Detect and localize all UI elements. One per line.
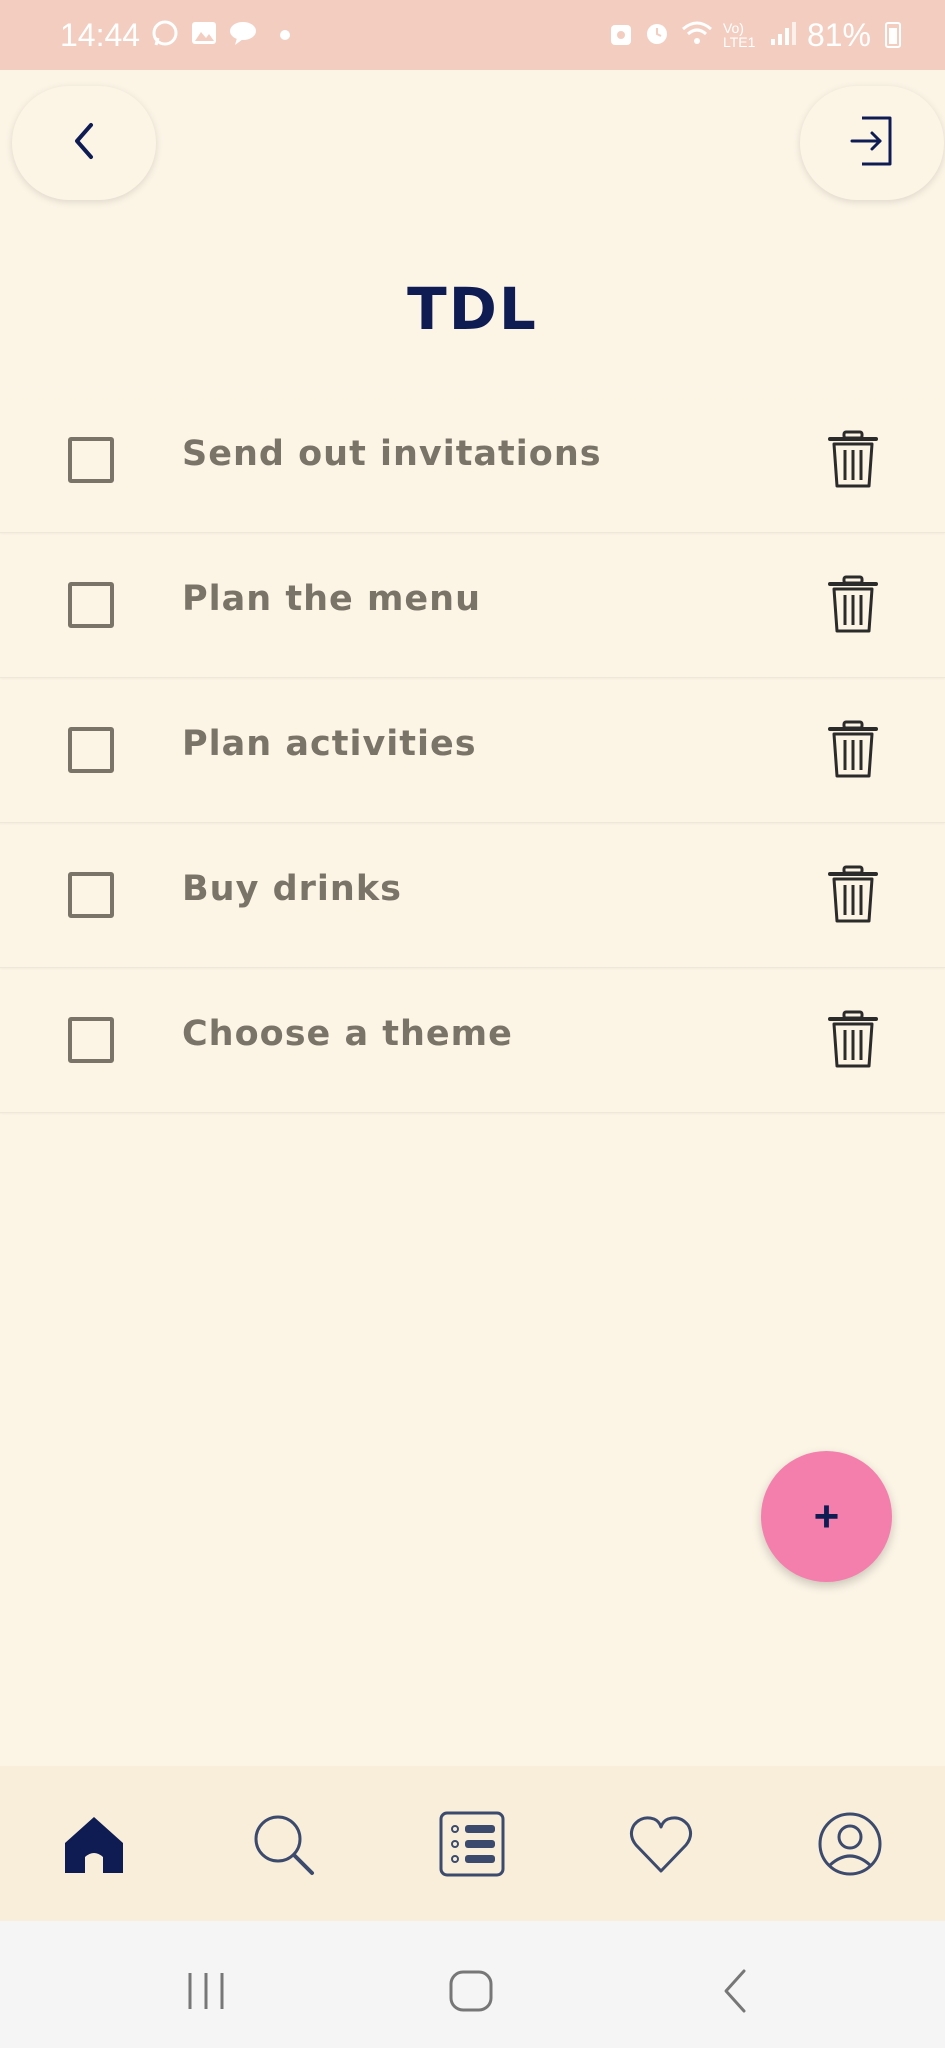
battery-percent: 81%	[806, 16, 871, 53]
system-back-button[interactable]	[706, 1961, 766, 2021]
nav-list[interactable]	[437, 1809, 507, 1879]
trash-icon[interactable]	[827, 1010, 879, 1070]
whatsapp-icon	[150, 18, 180, 52]
battery-icon	[885, 22, 901, 48]
trash-icon[interactable]	[827, 865, 879, 925]
back-icon	[706, 1969, 766, 2025]
add-task-button[interactable]: +	[761, 1451, 892, 1582]
network-label: Vo) LTE1	[722, 20, 756, 50]
task-item: Choose a theme	[0, 968, 945, 1113]
alarm-icon	[643, 19, 671, 51]
heart-icon	[626, 1816, 696, 1883]
chat-icon	[228, 19, 258, 51]
status-right: Vo) LTE1 81%	[609, 17, 901, 54]
signal-icon	[769, 19, 797, 51]
bottom-nav	[0, 1766, 945, 1921]
nav-favorites[interactable]	[626, 1809, 696, 1879]
nav-home[interactable]	[59, 1809, 129, 1879]
logout-button[interactable]	[800, 86, 944, 200]
vpn-icon	[609, 19, 633, 51]
trash-icon[interactable]	[827, 575, 879, 635]
task-label: Choose a theme	[182, 1014, 513, 1054]
task-label: Buy drinks	[182, 869, 402, 909]
list-icon	[437, 1811, 507, 1883]
task-item: Plan the menu	[0, 533, 945, 678]
page-title: TDL	[407, 275, 538, 343]
chevron-left-icon	[69, 121, 99, 166]
search-icon	[248, 1815, 318, 1883]
home-circle-icon	[441, 1970, 501, 2025]
trash-icon[interactable]	[827, 430, 879, 490]
task-label: Send out invitations	[182, 434, 602, 474]
trash-icon[interactable]	[827, 720, 879, 780]
task-checkbox[interactable]	[68, 727, 114, 773]
plus-icon: +	[813, 1491, 840, 1541]
nav-search[interactable]	[248, 1809, 318, 1879]
recent-apps-button[interactable]	[176, 1961, 236, 2021]
task-checkbox[interactable]	[68, 1017, 114, 1063]
task-item: Send out invitations	[0, 388, 945, 533]
task-item: Plan activities	[0, 678, 945, 823]
nav-profile[interactable]	[815, 1809, 885, 1879]
image-icon	[190, 19, 218, 51]
status-left: 14:44	[60, 16, 291, 54]
wifi-icon	[681, 19, 713, 51]
exit-icon	[846, 112, 898, 175]
task-label: Plan the menu	[182, 579, 481, 619]
task-checkbox[interactable]	[68, 582, 114, 628]
task-list: Send out invitations Plan the menu Plan …	[0, 388, 945, 1113]
profile-icon	[815, 1812, 885, 1883]
system-home-button[interactable]	[441, 1961, 501, 2021]
home-icon	[59, 1817, 129, 1883]
task-item: Buy drinks	[0, 823, 945, 968]
task-checkbox[interactable]	[68, 437, 114, 483]
system-nav-bar	[0, 1921, 945, 2048]
status-bar: 14:44 Vo) LTE1 81%	[0, 0, 945, 70]
back-button[interactable]	[12, 86, 156, 200]
task-checkbox[interactable]	[68, 872, 114, 918]
status-time: 14:44	[60, 16, 141, 53]
recent-apps-icon	[176, 1973, 236, 2025]
task-label: Plan activities	[182, 724, 477, 764]
dot-icon	[280, 30, 291, 40]
